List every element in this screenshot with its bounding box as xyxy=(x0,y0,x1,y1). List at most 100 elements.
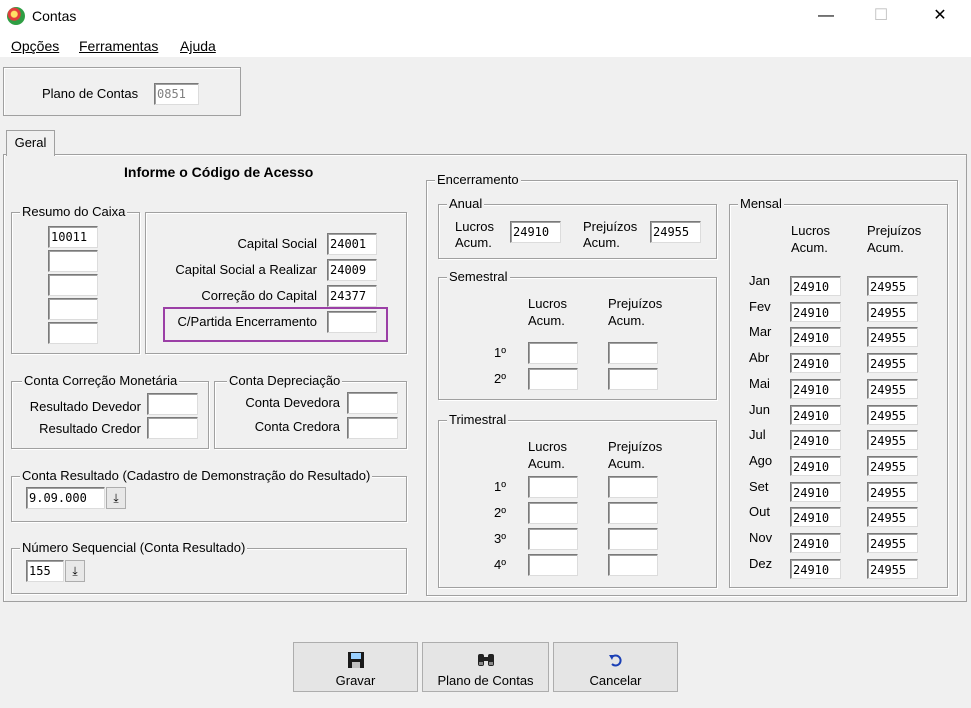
anual-lucros-label-1: Lucros xyxy=(455,219,495,234)
conta-credora-label: Conta Credora xyxy=(254,419,340,434)
tab-geral[interactable]: Geral xyxy=(6,130,55,156)
form-heading: Informe o Código de Acesso xyxy=(124,164,314,180)
month-label: Jun xyxy=(749,401,770,417)
mensal-prejuizos-field[interactable]: 24955 xyxy=(867,430,918,451)
mensal-lucros-field[interactable]: 24910 xyxy=(790,533,841,553)
semestral-legend: Semestral xyxy=(447,269,510,284)
trimestral-2-prejuizos-field[interactable] xyxy=(608,502,658,524)
conta-credora-field[interactable] xyxy=(347,417,398,439)
trimestral-4-lucros-field[interactable] xyxy=(528,554,578,576)
mensal-lucros-field[interactable]: 24910 xyxy=(790,507,841,528)
mensal-lucros-field[interactable]: 24910 xyxy=(790,430,841,451)
trimestral-4-prejuizos-field[interactable] xyxy=(608,554,658,576)
resumo-field-2[interactable] xyxy=(48,250,98,272)
trimestral-row-2-label: 2º xyxy=(494,505,506,520)
anual-lucros-field[interactable]: 24910 xyxy=(510,221,561,243)
resumo-field-3[interactable] xyxy=(48,274,98,296)
resultado-field[interactable]: 9.09.000 xyxy=(26,487,105,509)
gravar-button[interactable]: Gravar xyxy=(293,642,418,692)
month-label: Set xyxy=(749,478,769,494)
depreciacao-legend: Conta Depreciação xyxy=(227,373,343,388)
month-label: Abr xyxy=(749,350,770,366)
mensal-lucros-field[interactable]: 24910 xyxy=(790,404,841,425)
mensal-prejuizos-field[interactable]: 24955 xyxy=(867,301,918,322)
trimestral-row-3-label: 3º xyxy=(494,531,506,546)
capital-realizar-field[interactable]: 24009 xyxy=(327,259,377,281)
semestral-2-lucros-field[interactable] xyxy=(528,368,578,390)
trimestral-1-prejuizos-field[interactable] xyxy=(608,476,658,498)
menu-opcoes[interactable]: Opções xyxy=(11,38,59,54)
semestral-lucros-label-2: Acum. xyxy=(528,313,565,328)
close-button[interactable]: ✕ xyxy=(917,0,963,32)
month-label: Ago xyxy=(749,452,773,468)
semestral-prejuizos-label-2: Acum. xyxy=(608,313,645,328)
mensal-prejuizos-field[interactable]: 24955 xyxy=(867,327,918,348)
mensal-prejuizos-field[interactable]: 24955 xyxy=(867,558,918,579)
mensal-prejuizos-field[interactable]: 24955 xyxy=(867,507,918,528)
sequencial-lookup-icon[interactable]: ⤓ xyxy=(65,560,85,582)
mensal-lucros-field[interactable]: 24910 xyxy=(790,276,841,296)
month-label: Fev xyxy=(749,298,771,314)
mensal-prejuizos-field[interactable]: 24955 xyxy=(867,533,918,553)
trimestral-1-lucros-field[interactable] xyxy=(528,476,578,498)
mensal-lucros-field[interactable]: 24910 xyxy=(790,455,841,476)
menu-ajuda-label: Ajuda xyxy=(180,38,216,54)
mensal-lucros-field[interactable]: 24910 xyxy=(790,481,841,502)
resultado-lookup-icon[interactable]: ⤓ xyxy=(106,487,126,509)
capital-social-field[interactable]: 24001 xyxy=(327,233,377,255)
month-label: Jan xyxy=(749,273,770,288)
mensal-prejuizos-field[interactable]: 24955 xyxy=(867,378,918,399)
trimestral-3-lucros-field[interactable] xyxy=(528,528,578,550)
month-label: Dez xyxy=(749,555,773,571)
mensal-lucros-field[interactable]: 24910 xyxy=(790,301,841,322)
resumo-legend: Resumo do Caixa xyxy=(20,204,128,219)
resultado-credor-label: Resultado Credor xyxy=(39,421,141,436)
semestral-row-2-label: 2º xyxy=(494,371,506,386)
menu-opcoes-label: Opções xyxy=(11,38,60,54)
month-label: Nov xyxy=(749,530,773,545)
mensal-lucros-field[interactable]: 24910 xyxy=(790,378,841,399)
plano-contas-button[interactable]: Plano de Contas xyxy=(422,642,549,692)
trimestral-row-4-label: 4º xyxy=(494,557,506,572)
encerramento-legend: Encerramento xyxy=(435,172,521,187)
semestral-row-1-label: 1º xyxy=(494,345,506,360)
correcao-capital-field[interactable]: 24377 xyxy=(327,285,377,307)
semestral-1-prejuizos-field[interactable] xyxy=(608,342,658,364)
menu-ajuda[interactable]: Ajuda xyxy=(180,38,216,54)
anual-prejuizos-label-2: Acum. xyxy=(583,235,620,250)
semestral-1-lucros-field[interactable] xyxy=(528,342,578,364)
anual-prejuizos-field[interactable]: 24955 xyxy=(650,221,701,243)
mensal-lucros-label-1: Lucros xyxy=(791,223,831,238)
resumo-field-4[interactable] xyxy=(48,298,98,320)
trimestral-3-prejuizos-field[interactable] xyxy=(608,528,658,550)
cpartida-field[interactable] xyxy=(327,311,377,333)
mensal-prejuizos-field[interactable]: 24955 xyxy=(867,455,918,476)
plano-field[interactable]: 0851 xyxy=(154,83,199,105)
mensal-prejuizos-field[interactable]: 24955 xyxy=(867,481,918,502)
capital-social-label: Capital Social xyxy=(237,236,318,251)
resultado-devedor-label: Resultado Devedor xyxy=(29,399,141,414)
trimestral-2-lucros-field[interactable] xyxy=(528,502,578,524)
mensal-lucros-field[interactable]: 24910 xyxy=(790,353,841,374)
resumo-field-5[interactable] xyxy=(48,322,98,344)
mensal-lucros-field[interactable]: 24910 xyxy=(790,558,841,579)
month-label: Out xyxy=(749,504,770,520)
mensal-legend: Mensal xyxy=(738,196,784,211)
mensal-prejuizos-field[interactable]: 24955 xyxy=(867,404,918,425)
resultado-devedor-field[interactable] xyxy=(147,393,198,415)
resumo-field-1[interactable]: 10011 xyxy=(48,226,98,248)
mensal-prejuizos-field[interactable]: 24955 xyxy=(867,276,918,296)
menu-ferramentas[interactable]: Ferramentas xyxy=(79,38,158,54)
mensal-prejuizos-field[interactable]: 24955 xyxy=(867,353,918,374)
cancelar-button[interactable]: Cancelar xyxy=(553,642,678,692)
resultado-credor-field[interactable] xyxy=(147,417,198,439)
binoculars-icon xyxy=(477,654,494,666)
minimize-button[interactable]: — xyxy=(803,0,849,32)
maximize-button[interactable]: ☐ xyxy=(858,0,904,32)
trimestral-lucros-label-2: Acum. xyxy=(528,456,565,471)
semestral-2-prejuizos-field[interactable] xyxy=(608,368,658,390)
mensal-lucros-field[interactable]: 24910 xyxy=(790,327,841,348)
sequencial-field[interactable]: 155 xyxy=(26,560,64,582)
conta-devedora-field[interactable] xyxy=(347,392,398,414)
resultado-legend: Conta Resultado (Cadastro de Demonstraçã… xyxy=(20,468,373,483)
